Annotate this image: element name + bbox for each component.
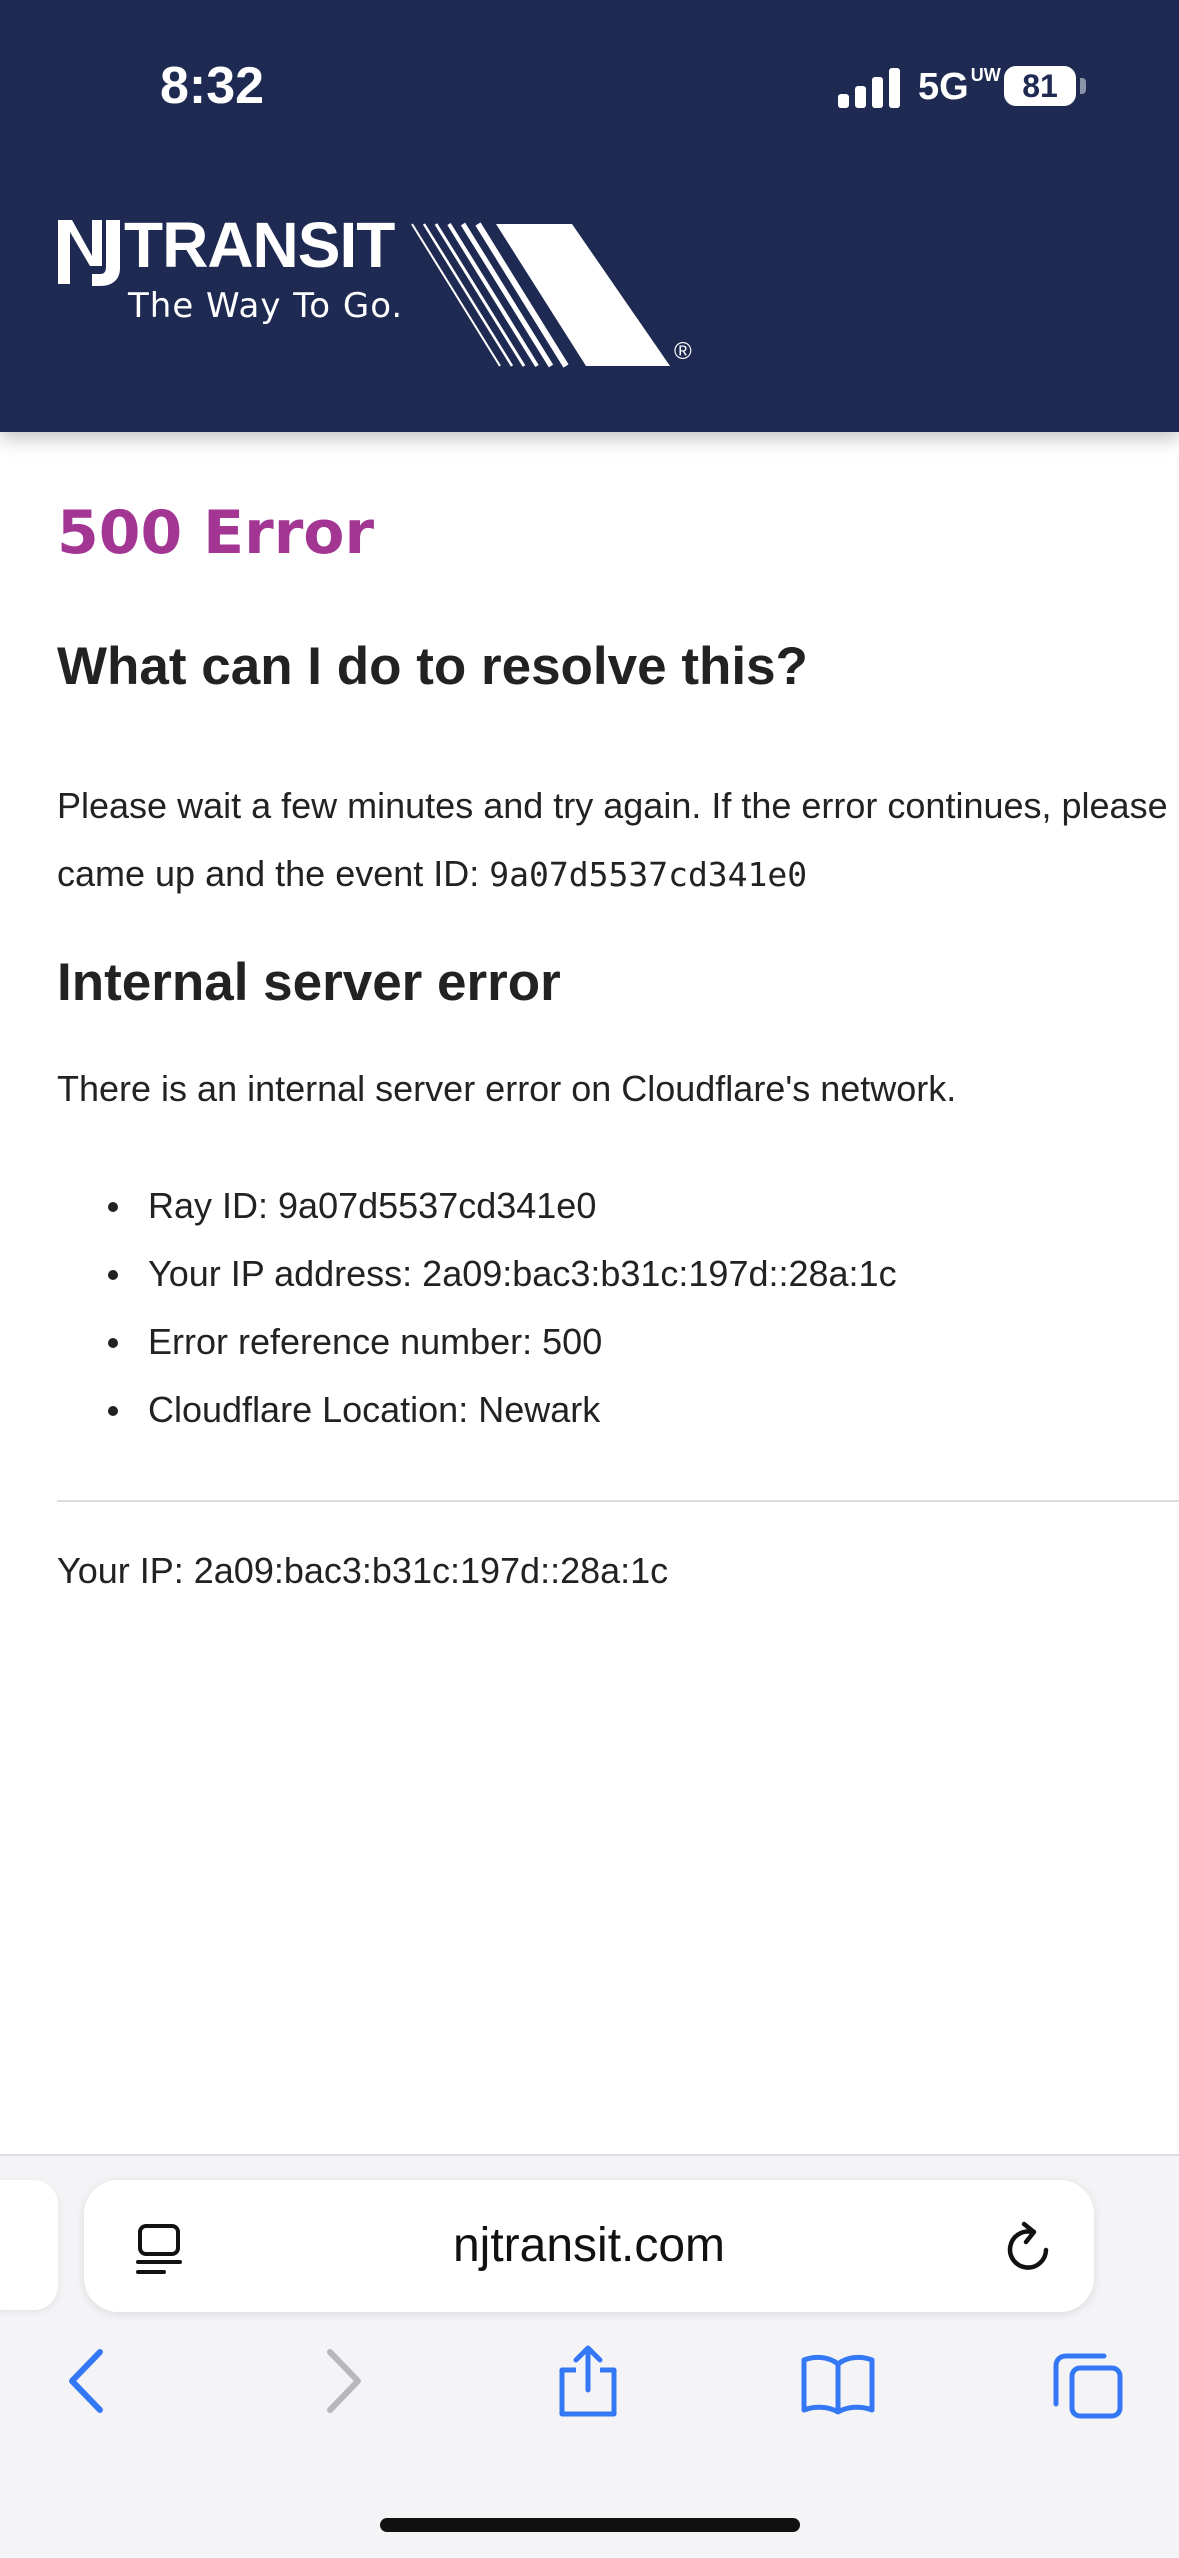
list-item-ip-address: Your IP address: 2a09:bac3:b31c:197d::28… (57, 1240, 897, 1308)
list-item-location: Cloudflare Location: Newark (57, 1376, 897, 1444)
list-item-ray-id: Ray ID: 9a07d5537cd341e0 (57, 1172, 897, 1240)
logo-wordmark[interactable]: TRANSIT (124, 208, 395, 282)
nj-logo-icon[interactable] (56, 216, 126, 288)
site-header: 8:32 5G UW 81 TRANSIT The Way To Go. ® (0, 0, 1179, 432)
url-text[interactable]: njtransit.com (84, 2218, 1094, 2273)
bookmarks-button[interactable] (800, 2352, 876, 2416)
logo-tagline: The Way To Go. (128, 286, 404, 326)
address-bar[interactable]: njtransit.com (84, 2180, 1094, 2312)
resolve-heading: What can I do to resolve this? (57, 637, 808, 696)
back-icon[interactable] (64, 2346, 112, 2416)
share-icon[interactable] (556, 2344, 620, 2418)
tabs-icon[interactable] (1052, 2350, 1124, 2420)
error-title: 500 Error (57, 498, 375, 568)
registered-mark: ® (674, 338, 692, 365)
forward-icon[interactable] (318, 2346, 366, 2416)
error-details-list: Ray ID: 9a07d5537cd341e0 Your IP address… (57, 1172, 897, 1444)
logo-stripes-icon (411, 222, 670, 368)
back-button[interactable] (64, 2346, 112, 2416)
event-id: 9a07d5537cd341e0 (489, 855, 808, 894)
forward-button[interactable] (318, 2346, 366, 2416)
battery-level: 81 (1004, 66, 1076, 106)
resolve-line-1: Please wait a few minutes and try again.… (57, 785, 1168, 826)
battery-icon (1080, 78, 1086, 94)
resolve-paragraph: Please wait a few minutes and try again.… (57, 772, 1179, 909)
previous-tab-peek[interactable] (0, 2180, 58, 2310)
home-indicator[interactable] (380, 2518, 800, 2532)
divider (57, 1500, 1179, 1502)
network-type: 5G UW (918, 65, 1001, 108)
bookmarks-icon[interactable] (800, 2352, 876, 2416)
footer-ip: Your IP: 2a09:bac3:b31c:197d::28a:1c (57, 1550, 669, 1591)
cellular-signal-icon (838, 68, 902, 108)
list-item-error-reference: Error reference number: 500 (57, 1308, 897, 1376)
server-error-description: There is an internal server error on Clo… (57, 1068, 957, 1109)
server-error-heading: Internal server error (57, 953, 561, 1012)
reload-icon[interactable] (1002, 2220, 1056, 2276)
resolve-line-2: came up and the event ID: 9a07d5537cd341… (57, 853, 808, 894)
share-button[interactable] (556, 2344, 620, 2418)
tabs-button[interactable] (1052, 2350, 1124, 2420)
status-time: 8:32 (160, 57, 265, 115)
